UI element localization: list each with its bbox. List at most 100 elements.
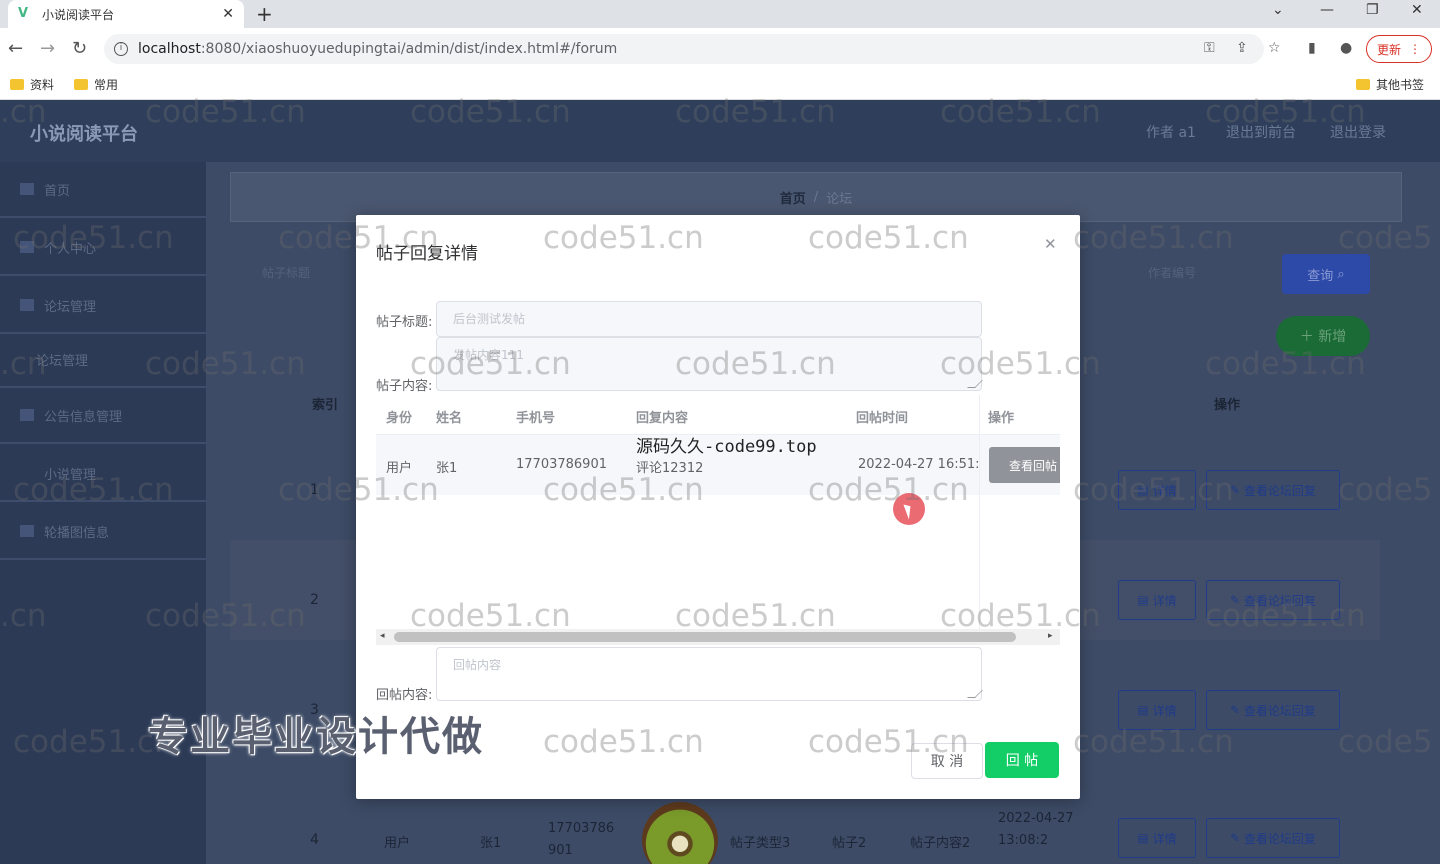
browser-tab[interactable]: V 小说阅读平台 ✕ [8,0,244,28]
home-icon [20,183,34,195]
view-reply-label: 查看论坛回复 [1243,703,1316,718]
post-content-label: 帖子内容: [376,379,433,394]
sidebar-item-label: 个人中心 [44,241,97,257]
row4-type: 帖子类型3 [730,836,791,851]
scroll-left-icon[interactable]: ◂ [380,631,385,641]
bookmark-folder[interactable]: 资料 [10,76,54,93]
folder-icon [1356,79,1370,90]
breadcrumb-home[interactable]: 首页 [780,188,806,207]
close-tab-icon[interactable]: ✕ [222,6,234,22]
overlay-watermark-text: 源码久久-code99.top [636,437,817,457]
sidebar-item-novel[interactable]: 小说管理 [0,446,206,502]
view-reply-post-label: 查看回帖 [1009,458,1058,473]
search-button[interactable]: 查询 ⌕ [1282,254,1370,294]
detail-button[interactable]: ▤ 详情 [1118,580,1196,620]
reply-identity: 用户 [386,461,413,476]
sidebar-item-forum[interactable]: 论坛管理 [0,278,206,334]
reload-icon[interactable]: ↻ [72,38,87,59]
sidebar-item-carousel[interactable]: 轮播图信息 [0,504,206,560]
key-icon[interactable]: ⚿ [1204,40,1215,56]
star-icon[interactable]: ☆ [1268,40,1281,56]
sidebar-item-home[interactable]: 首页 [0,162,206,218]
cancel-button[interactable]: 取 消 [911,743,983,779]
search-title-field[interactable]: 帖子标题 [262,264,310,281]
scroll-thumb[interactable] [394,632,1016,642]
row4-phone: 17703786901 [548,821,615,858]
row4-title: 帖子2 [832,836,867,851]
sidebar-subitem-forum[interactable]: 论坛管理 [0,332,206,388]
cancel-label: 取 消 [930,754,964,770]
sidebar-item-profile[interactable]: 个人中心 [0,220,206,276]
forward-icon[interactable]: → [40,38,55,59]
view-reply-label: 查看论坛回复 [1243,831,1316,846]
row4-identity: 用户 [384,836,411,851]
horizontal-scrollbar[interactable]: ◂ ▸ [376,629,1060,645]
detail-label: 详情 [1152,831,1177,846]
detail-button[interactable]: ▤ 详情 [1118,818,1196,858]
post-title-value: 后台测试发帖 [453,312,526,326]
url-input[interactable]: i localhost:8080/xiaoshuoyuedupingtai/ad… [104,34,1264,64]
view-reply-button[interactable]: ✎ 查看论坛回复 [1206,470,1340,510]
sidebar-item-label: 小说管理 [44,467,97,483]
sidebar-item-notice[interactable]: 公告信息管理 [0,388,206,444]
reply-content-label: 回帖内容: [376,688,433,703]
add-button[interactable]: ＋ 新增 [1276,316,1370,356]
column-header: 姓名 [436,411,463,426]
scroll-right-icon[interactable]: ▸ [1048,631,1053,641]
other-bookmarks-label: 其他书签 [1376,78,1425,92]
bookmark-folder[interactable]: 常用 [74,76,118,93]
back-icon[interactable]: ← [8,38,23,59]
resize-handle[interactable] [967,380,983,388]
site-info-icon[interactable]: i [114,42,128,56]
sidepanel-icon[interactable]: ▮ [1308,40,1316,56]
reply-name: 张1 [436,461,458,476]
detail-button[interactable]: ▤ 详情 [1118,690,1196,730]
view-reply-button[interactable]: ✎ 查看论坛回复 [1206,580,1340,620]
new-tab-icon[interactable]: + [256,2,273,26]
submit-reply-button[interactable]: 回 帖 [985,742,1059,778]
column-header: 回复内容 [636,411,689,426]
view-reply-button[interactable]: ✎ 查看论坛回复 [1206,690,1340,730]
view-reply-label: 查看论坛回复 [1243,483,1316,498]
post-content-field[interactable]: 发帖内容111 [436,337,983,391]
logout-link[interactable]: 退出登录 [1330,122,1386,142]
detail-icon: ▤ [1137,593,1153,607]
notice-icon [20,409,34,421]
restore-icon[interactable]: ❐ [1366,2,1379,18]
post-title-field[interactable]: 后台测试发帖 [436,301,982,337]
detail-icon: ▤ [1137,703,1153,717]
search-author-field[interactable]: 作者编号 [1148,264,1196,281]
reply-time: 2022-04-27 16:51: [858,457,980,472]
other-bookmarks[interactable]: 其他书签 [1356,76,1424,93]
reply-content-input[interactable]: 回帖内容 [436,647,983,701]
bookmarks-bar: 资料 常用 其他书签 [0,70,1440,100]
goto-frontend-link[interactable]: 退出到前台 [1226,122,1296,142]
profile-icon[interactable]: ● [1340,40,1352,56]
sidebar-item-label: 公告信息管理 [44,409,123,425]
view-reply-post-button[interactable]: 查看回帖 [989,447,1060,483]
detail-button[interactable]: ▤ 详情 [1118,470,1196,510]
url-host: localhost [138,41,201,57]
vue-favicon-icon: V [18,6,29,21]
submit-reply-label: 回 帖 [1005,753,1039,769]
reply-phone: 17703786901 [516,457,607,472]
folder-icon [10,79,24,90]
column-header-index: 索引 [312,398,339,413]
update-button[interactable]: 更新 ⋮ [1366,35,1432,63]
detail-label: 详情 [1152,593,1177,608]
folder-icon [74,79,88,90]
minimize-icon[interactable]: — [1320,2,1334,18]
column-header: 身份 [386,411,413,426]
close-window-icon[interactable]: ✕ [1411,2,1423,18]
view-reply-button[interactable]: ✎ 查看论坛回复 [1206,818,1340,858]
app-logo: 小说阅读平台 [30,124,138,145]
post-title-label: 帖子标题: [376,315,433,330]
close-icon[interactable]: ✕ [1044,235,1057,253]
update-label: 更新 [1376,42,1401,57]
row-index: 4 [310,832,319,848]
search-icon: ⌕ [1333,266,1345,282]
tab-search-icon[interactable]: ⌄ [1272,2,1284,18]
share-icon[interactable]: ⇪ [1236,40,1248,56]
detail-label: 详情 [1152,703,1177,718]
resize-handle[interactable] [967,690,983,698]
